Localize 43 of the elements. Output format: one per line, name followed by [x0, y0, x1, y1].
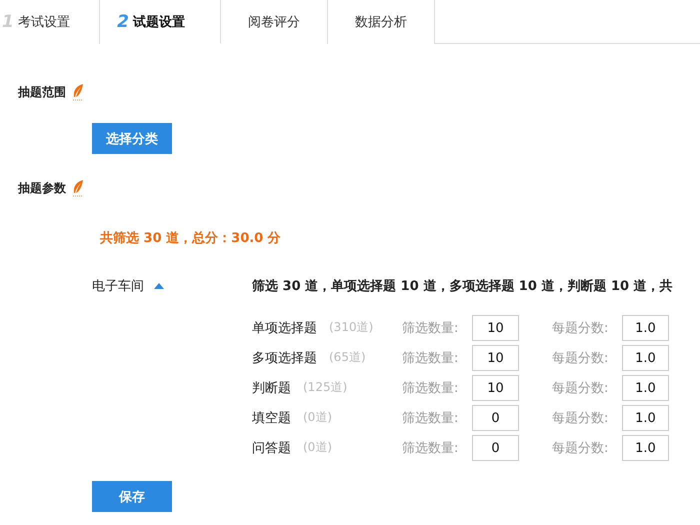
field-label: 每题分数: — [552, 410, 610, 427]
tab[interactable]: 阅卷评分 — [221, 0, 328, 44]
feather-icon — [72, 84, 84, 101]
collapse-toggle-icon[interactable] — [154, 283, 164, 289]
score-field[interactable]: 1.0 — [622, 435, 669, 461]
question-type: 单项选择题 — [252, 320, 317, 337]
tab[interactable]: 2 试题设置 — [100, 0, 221, 44]
available-count: (0道) — [303, 409, 332, 426]
feather-icon — [72, 180, 84, 197]
count-field[interactable]: 10 — [472, 345, 519, 371]
score-field[interactable]: 1.0 — [622, 405, 669, 431]
category-name: 电子车间 — [92, 278, 144, 295]
total-summary: 共筛选 30 道，总分：30.0 分 — [100, 230, 282, 247]
field-label: 筛选数量: — [402, 380, 460, 397]
score-field[interactable]: 1.0 — [622, 345, 669, 371]
count-field[interactable]: 10 — [472, 315, 519, 341]
question-type: 多项选择题 — [252, 350, 317, 367]
field-label: 每题分数: — [552, 380, 610, 397]
field-label: 每题分数: — [552, 320, 610, 337]
available-count: (65道) — [329, 349, 366, 366]
field-label: 筛选数量: — [402, 410, 460, 427]
field-label: 筛选数量: — [402, 320, 460, 337]
score-field[interactable]: 1.0 — [622, 375, 669, 401]
select-category-button[interactable]: 选择分类 — [92, 123, 172, 154]
section-title: 抽题参数 — [18, 180, 66, 197]
field-label: 每题分数: — [552, 350, 610, 367]
tab[interactable]: 数据分析 — [328, 0, 435, 44]
available-count: (125道) — [303, 379, 348, 396]
category-summary: 筛选 30 道，单项选择题 10 道，多项选择题 10 道，判断题 10 道，共 — [252, 278, 673, 295]
question-type: 问答题 — [252, 440, 291, 457]
available-count: (310道) — [329, 319, 374, 336]
field-label: 每题分数: — [552, 440, 610, 457]
save-button[interactable]: 保存 — [92, 481, 172, 512]
question-type: 判断题 — [252, 380, 291, 397]
count-field[interactable]: 10 — [472, 375, 519, 401]
field-label: 筛选数量: — [402, 440, 460, 457]
count-field[interactable]: 0 — [472, 405, 519, 431]
count-field[interactable]: 0 — [472, 435, 519, 461]
available-count: (0道) — [303, 439, 332, 456]
section-title: 抽题范围 — [18, 84, 66, 101]
question-type: 填空题 — [252, 410, 291, 427]
score-field[interactable]: 1.0 — [622, 315, 669, 341]
field-label: 筛选数量: — [402, 350, 460, 367]
